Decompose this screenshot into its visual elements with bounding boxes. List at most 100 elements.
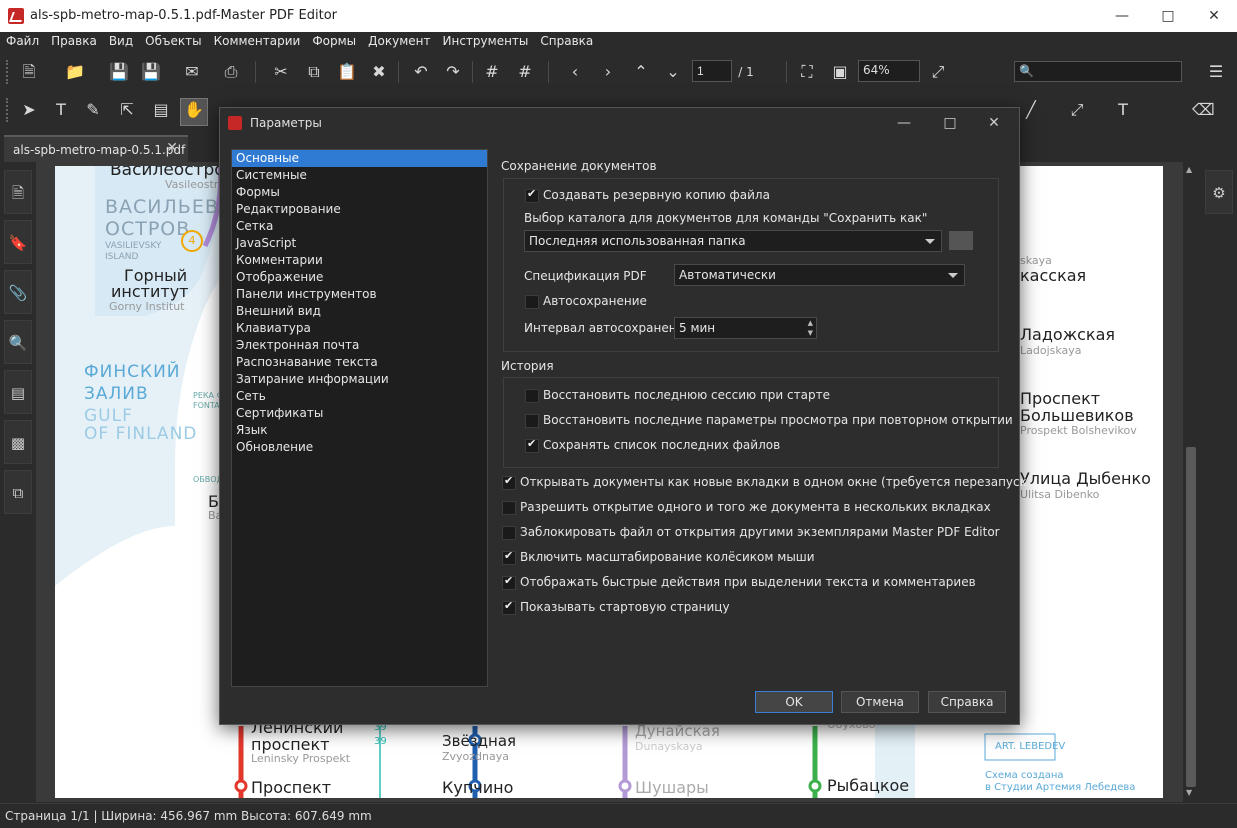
browse-dir-button[interactable] bbox=[949, 231, 973, 250]
search-input[interactable]: 🔍 bbox=[1014, 61, 1182, 82]
category-toolbars[interactable]: Панели инструментов bbox=[232, 286, 487, 303]
pdf-spec-select[interactable]: Автоматически bbox=[674, 264, 965, 286]
next-page-icon[interactable]: › bbox=[597, 61, 619, 83]
save-as-icon[interactable]: 💾 bbox=[140, 61, 162, 83]
select-arrow-icon[interactable]: ➤ bbox=[18, 99, 40, 121]
menu-comments[interactable]: Комментарии bbox=[208, 32, 307, 48]
fit-width-icon[interactable]: ▣ bbox=[829, 61, 851, 83]
menu-objects[interactable]: Объекты bbox=[139, 32, 207, 48]
lock-file-checkbox[interactable] bbox=[502, 526, 516, 540]
search-panel-icon[interactable]: 🔍 bbox=[4, 320, 32, 364]
snap-grid-icon[interactable]: # bbox=[514, 61, 536, 83]
category-redaction[interactable]: Затирание информации bbox=[232, 371, 487, 388]
cancel-button[interactable]: Отмена bbox=[841, 691, 919, 713]
document-tab[interactable]: als-spb-metro-map-0.5.1.pdf ✕ bbox=[4, 135, 188, 162]
wheel-zoom-checkbox[interactable] bbox=[502, 549, 516, 565]
thumbnails-panel-icon[interactable]: ⧉ bbox=[4, 470, 32, 514]
autosave-checkbox[interactable] bbox=[525, 295, 539, 309]
category-display[interactable]: Отображение bbox=[232, 269, 487, 286]
text-box-icon[interactable]: T bbox=[1112, 99, 1134, 121]
restore-session-checkbox[interactable] bbox=[525, 389, 539, 403]
close-tab-icon[interactable]: ✕ bbox=[166, 140, 178, 156]
print-icon[interactable]: ⎙ bbox=[220, 61, 242, 83]
recent-files-checkbox[interactable] bbox=[525, 437, 539, 453]
category-grid[interactable]: Сетка bbox=[232, 218, 487, 235]
category-language[interactable]: Язык bbox=[232, 422, 487, 439]
fit-page-icon[interactable]: ⛶ bbox=[796, 61, 818, 83]
menu-tools[interactable]: Инструменты bbox=[437, 32, 535, 48]
signatures-panel-icon[interactable]: ▩ bbox=[4, 420, 32, 464]
redo-icon[interactable]: ↷ bbox=[442, 61, 464, 83]
category-update[interactable]: Обновление bbox=[232, 439, 487, 456]
category-keyboard[interactable]: Клавиатура bbox=[232, 320, 487, 337]
menu-edit[interactable]: Правка bbox=[45, 32, 103, 48]
last-page-icon[interactable]: ⌄ bbox=[662, 61, 684, 83]
category-forms[interactable]: Формы bbox=[232, 184, 487, 201]
line-tool-icon[interactable]: ╱ bbox=[1020, 99, 1042, 121]
page-number-input[interactable] bbox=[692, 60, 732, 82]
open-folder-icon[interactable]: 📁 bbox=[64, 61, 86, 83]
menu-file[interactable]: Файл bbox=[0, 32, 45, 48]
quick-actions-checkbox[interactable] bbox=[502, 574, 516, 590]
undo-icon[interactable]: ↶ bbox=[410, 61, 432, 83]
new-document-icon[interactable]: 🗎 bbox=[18, 61, 40, 83]
bookmarks-panel-icon[interactable]: 🔖 bbox=[4, 220, 32, 264]
category-ocr[interactable]: Распознавание текста bbox=[232, 354, 487, 371]
close-window-button[interactable]: ✕ bbox=[1191, 0, 1237, 32]
zoom-combo[interactable]: 64% bbox=[858, 60, 920, 82]
email-icon[interactable]: ✉ bbox=[181, 61, 203, 83]
first-page-icon[interactable]: ⌃ bbox=[630, 61, 652, 83]
cut-icon[interactable]: ✂ bbox=[270, 61, 292, 83]
edit-object-icon[interactable]: ⇱ bbox=[116, 99, 138, 121]
dialog-close-button[interactable]: ✕ bbox=[974, 110, 1014, 136]
multi-tab-checkbox[interactable] bbox=[502, 501, 516, 515]
menu-forms[interactable]: Формы bbox=[306, 32, 362, 48]
spin-arrows-icon[interactable]: ▲ ▼ bbox=[808, 318, 813, 338]
category-editing[interactable]: Редактирование bbox=[232, 201, 487, 218]
menu-view[interactable]: Вид bbox=[103, 32, 139, 48]
prev-page-icon[interactable]: ‹ bbox=[564, 61, 586, 83]
dir-select[interactable]: Последняя использованная папка bbox=[524, 230, 942, 252]
category-general[interactable]: Основные bbox=[232, 150, 487, 167]
minimize-button[interactable]: — bbox=[1099, 0, 1145, 32]
dialog-minimize-button[interactable]: — bbox=[884, 110, 924, 136]
category-system[interactable]: Системные bbox=[232, 167, 487, 184]
text-tool-icon[interactable]: T bbox=[50, 99, 72, 121]
menu-help[interactable]: Справка bbox=[534, 32, 599, 48]
fullscreen-icon[interactable]: ⤢ bbox=[927, 61, 949, 83]
arrow-tool-icon[interactable]: ⤢ bbox=[1066, 99, 1088, 121]
scroll-up-icon[interactable]: ▲ bbox=[1186, 165, 1192, 174]
category-javascript[interactable]: JavaScript bbox=[232, 235, 487, 252]
category-appearance[interactable]: Внешний вид bbox=[232, 303, 487, 320]
category-email[interactable]: Электронная почта bbox=[232, 337, 487, 354]
backup-checkbox[interactable] bbox=[525, 187, 539, 203]
pages-panel-icon[interactable]: 🗎 bbox=[4, 170, 32, 214]
layers-panel-icon[interactable]: ▤ bbox=[4, 370, 32, 414]
properties-panel-icon[interactable]: ⚙ bbox=[1205, 170, 1233, 214]
open-as-tabs-checkbox[interactable] bbox=[502, 474, 516, 490]
hamburger-menu-icon[interactable]: ☰ bbox=[1205, 61, 1227, 83]
paste-icon[interactable]: 📋 bbox=[336, 61, 358, 83]
edit-text-icon[interactable]: ✎ bbox=[82, 99, 104, 121]
hand-tool-icon[interactable]: ✋ bbox=[180, 98, 208, 126]
restore-view-checkbox[interactable] bbox=[525, 414, 539, 428]
grid-icon[interactable]: # bbox=[481, 61, 503, 83]
category-certificates[interactable]: Сертификаты bbox=[232, 405, 487, 422]
delete-icon[interactable]: ✖ bbox=[368, 61, 390, 83]
start-page-checkbox[interactable] bbox=[502, 599, 516, 615]
copy-icon[interactable]: ⧉ bbox=[303, 61, 325, 83]
forms-tool-icon[interactable]: ▤ bbox=[150, 99, 172, 121]
toolbar-grip[interactable] bbox=[6, 60, 12, 84]
toolbar-grip[interactable] bbox=[6, 98, 12, 122]
category-network[interactable]: Сеть bbox=[232, 388, 487, 405]
save-icon[interactable]: 💾 bbox=[108, 61, 130, 83]
vertical-scrollbar[interactable]: ▲ ▼ bbox=[1183, 162, 1199, 802]
menu-document[interactable]: Документ bbox=[362, 32, 436, 48]
dialog-maximize-button[interactable]: □ bbox=[930, 110, 970, 136]
scroll-down-icon[interactable]: ▼ bbox=[1186, 788, 1192, 797]
ok-button[interactable]: OK bbox=[755, 691, 833, 713]
category-comments[interactable]: Комментарии bbox=[232, 252, 487, 269]
eraser-icon[interactable]: ⌫ bbox=[1192, 99, 1215, 121]
help-button[interactable]: Справка bbox=[928, 691, 1006, 713]
attachments-panel-icon[interactable]: 📎 bbox=[4, 270, 32, 314]
